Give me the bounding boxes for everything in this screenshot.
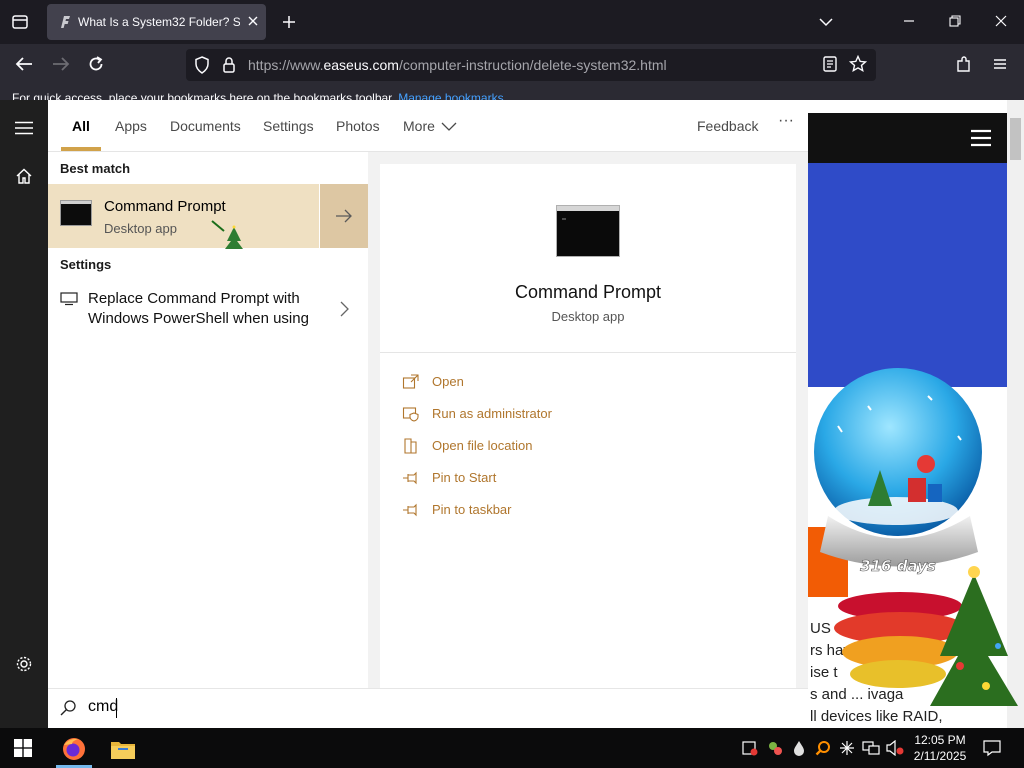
search-icon xyxy=(59,699,77,717)
search-input[interactable]: cmd xyxy=(88,698,118,716)
forward-icon[interactable] xyxy=(51,55,71,73)
page-scrollbar-thumb[interactable] xyxy=(1010,118,1021,160)
network-icon[interactable] xyxy=(862,740,880,756)
lock-icon[interactable] xyxy=(222,56,236,74)
snow-globe-decoration: 316 days xyxy=(808,366,1024,728)
tab-settings[interactable]: Settings xyxy=(263,118,314,134)
tray-app-icon-1[interactable] xyxy=(742,740,758,756)
close-window-icon[interactable] xyxy=(994,14,1008,28)
url-prefix: https://www. xyxy=(248,57,324,73)
back-icon[interactable] xyxy=(14,55,34,73)
pin-taskbar-icon xyxy=(403,503,417,517)
action-pin-to-start[interactable]: Pin to Start xyxy=(402,468,702,488)
home-icon[interactable] xyxy=(15,167,33,185)
tray-app-icon-2[interactable] xyxy=(767,740,783,756)
clock-date: 2/11/2025 xyxy=(913,749,967,763)
url-path: /computer-instruction/delete-system32.ht… xyxy=(398,57,667,73)
site-favicon-icon xyxy=(58,15,72,29)
taskbar-clock[interactable]: 12:05 PM 2/11/2025 xyxy=(912,732,968,764)
tracking-protection-shield-icon[interactable] xyxy=(194,56,210,74)
tab-apps[interactable]: Apps xyxy=(115,118,147,134)
more-options-icon[interactable]: ··· xyxy=(778,112,794,130)
preview-title: Command Prompt xyxy=(514,282,662,302)
hamburger-menu-icon[interactable] xyxy=(14,121,34,135)
expand-arrow-button[interactable] xyxy=(320,184,368,248)
app-menu-icon[interactable] xyxy=(992,56,1008,72)
pin-icon xyxy=(403,471,417,485)
tree-cursor-icon xyxy=(210,219,246,251)
shield-admin-icon xyxy=(402,407,419,422)
preview-subtitle: Desktop app xyxy=(551,309,625,324)
more-chevron-down-icon[interactable] xyxy=(440,120,458,132)
browser-tab[interactable]: What Is a System32 Folder? Sho xyxy=(47,4,266,40)
site-menu-icon[interactable] xyxy=(970,129,992,147)
chevron-right-icon[interactable] xyxy=(338,300,350,318)
start-menu-rail xyxy=(0,100,48,728)
restore-icon[interactable] xyxy=(948,14,962,28)
tab-all[interactable]: All xyxy=(72,118,90,134)
monitor-icon xyxy=(60,292,78,306)
tab-photos[interactable]: Photos xyxy=(336,118,380,134)
action-pin-to-taskbar[interactable]: Pin to taskbar xyxy=(402,500,702,520)
command-prompt-app-icon xyxy=(60,200,92,226)
tray-snowflake-icon[interactable] xyxy=(839,740,855,756)
tray-search-tool-icon[interactable] xyxy=(815,740,831,756)
action-center-icon[interactable] xyxy=(983,739,1001,757)
action-open-label: Open xyxy=(432,374,464,389)
url-text[interactable]: https://www.easeus.com/computer-instruct… xyxy=(248,57,667,73)
best-match-heading: Best match xyxy=(60,161,131,176)
preview-divider xyxy=(380,352,796,353)
file-location-icon xyxy=(404,438,417,454)
action-run-as-administrator[interactable]: Run as administrator xyxy=(402,404,702,424)
action-pin-to-taskbar-label: Pin to taskbar xyxy=(432,502,512,517)
volume-muted-icon[interactable] xyxy=(886,740,904,756)
tab-documents[interactable]: Documents xyxy=(170,118,241,134)
close-tab-icon[interactable] xyxy=(246,14,260,28)
action-open-file-location-label: Open file location xyxy=(432,438,533,453)
clock-time: 12:05 PM xyxy=(914,733,966,747)
settings-gear-icon[interactable] xyxy=(15,655,33,673)
reader-view-icon[interactable] xyxy=(822,55,838,73)
globe-counter: 316 days xyxy=(860,557,936,575)
firefox-taskbar-icon[interactable] xyxy=(60,735,88,763)
settings-heading: Settings xyxy=(60,257,112,272)
extensions-icon[interactable] xyxy=(955,55,973,73)
settings-result-line1: Replace Command Prompt with xyxy=(88,290,300,307)
best-match-subtitle: Desktop app xyxy=(104,221,177,236)
file-explorer-icon[interactable] xyxy=(110,737,136,761)
open-icon xyxy=(402,374,419,389)
action-run-as-administrator-label: Run as administrator xyxy=(432,406,552,421)
feedback-link[interactable]: Feedback xyxy=(697,118,758,134)
windows-start-icon[interactable] xyxy=(14,739,32,757)
tab-list-icon[interactable] xyxy=(10,12,30,32)
url-host: easeus.com xyxy=(323,57,399,73)
text-caret xyxy=(116,698,117,718)
command-prompt-large-icon xyxy=(556,205,620,257)
best-match-title: Command Prompt xyxy=(104,198,226,215)
minimize-icon[interactable] xyxy=(902,14,916,28)
action-pin-to-start-label: Pin to Start xyxy=(432,470,497,485)
active-tab-indicator xyxy=(61,147,101,151)
list-all-tabs-icon[interactable] xyxy=(818,15,834,29)
bookmark-star-icon[interactable] xyxy=(849,55,867,73)
search-box[interactable] xyxy=(48,688,808,728)
arrow-right-icon xyxy=(334,208,354,224)
action-open-file-location[interactable]: Open file location xyxy=(402,436,702,456)
tab-more[interactable]: More xyxy=(403,118,435,134)
reload-icon[interactable] xyxy=(87,55,105,73)
new-tab-icon[interactable] xyxy=(281,14,297,30)
action-open[interactable]: Open xyxy=(402,372,702,392)
settings-result-line2: Windows PowerShell when using xyxy=(88,310,309,327)
hero-banner xyxy=(808,163,1007,387)
tray-drop-icon[interactable] xyxy=(792,740,806,756)
tab-title: What Is a System32 Folder? Sho xyxy=(78,15,240,29)
